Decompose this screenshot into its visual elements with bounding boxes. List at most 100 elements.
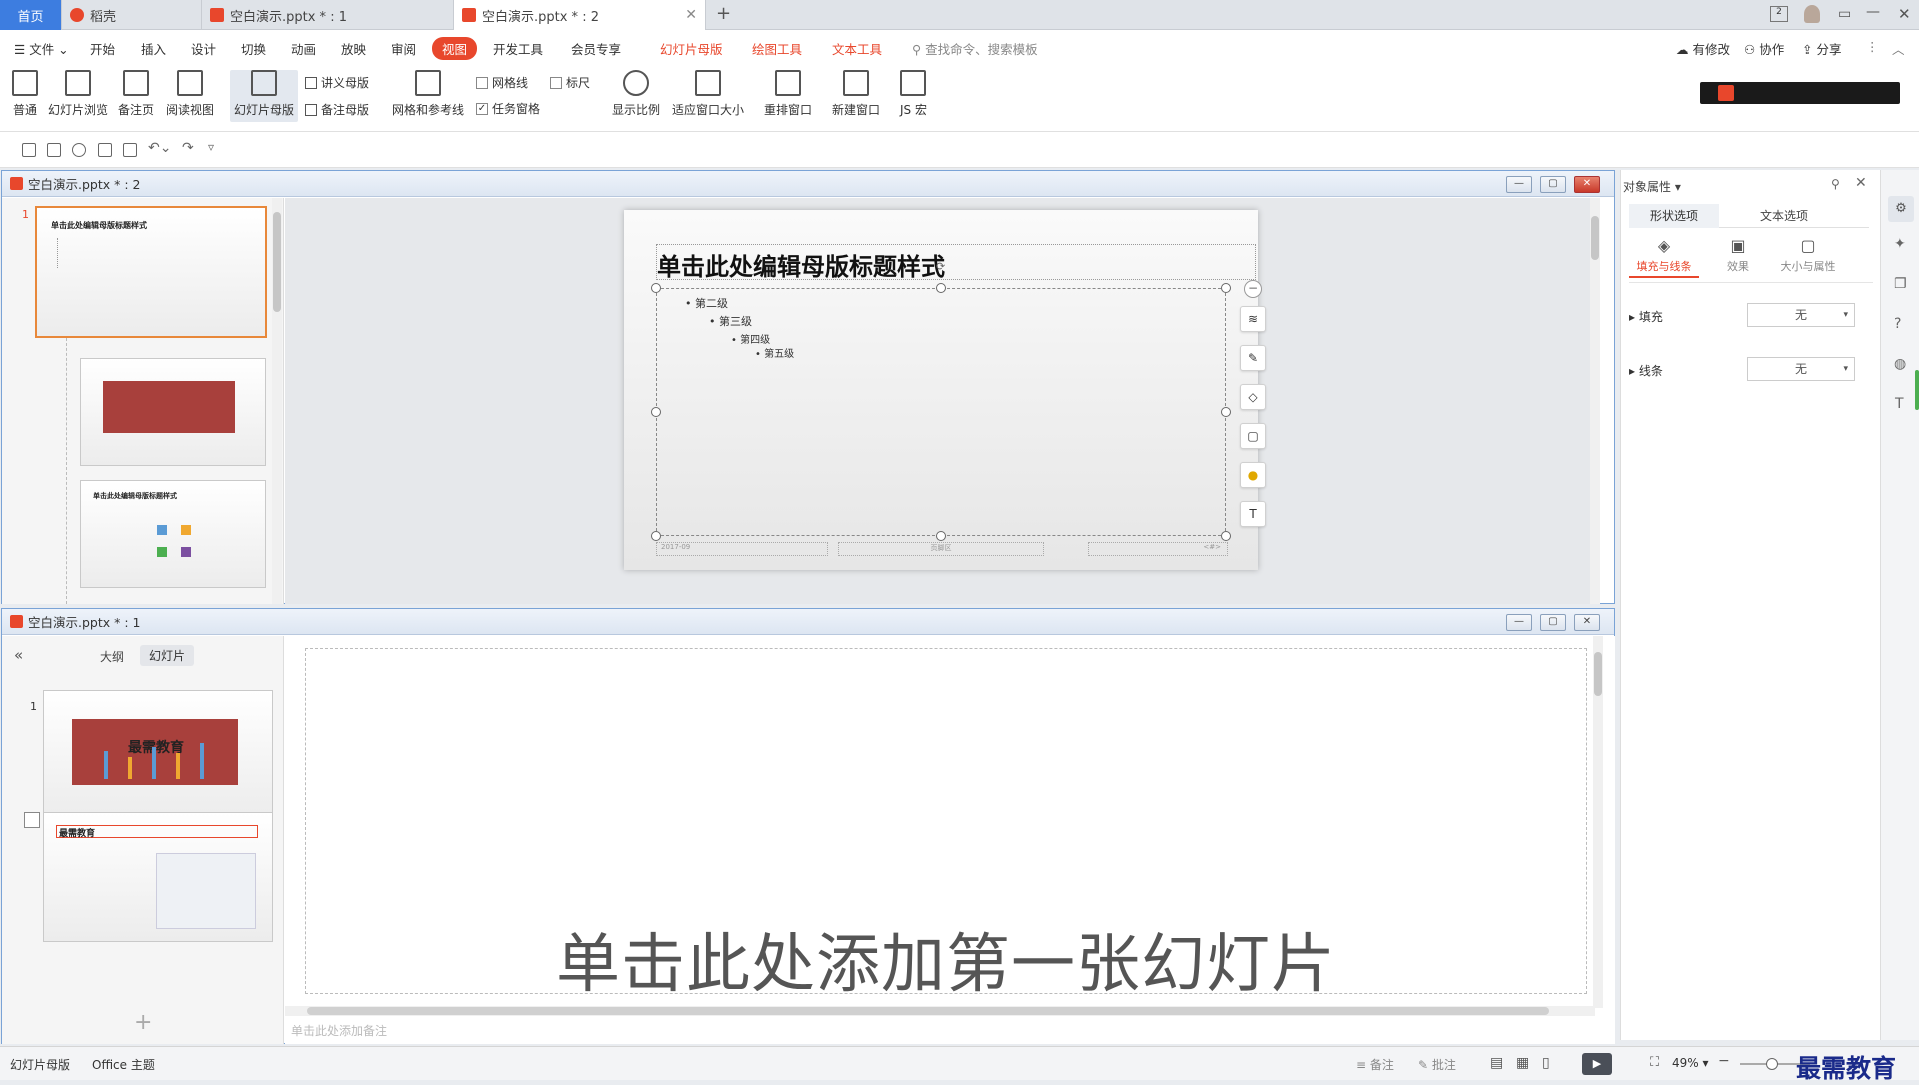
menu-member[interactable]: 会员专享 [571, 39, 621, 58]
fill-line-tab[interactable]: ◈ 填充与线条 [1629, 236, 1699, 278]
collab-button[interactable]: ⚇ 协作 [1744, 39, 1784, 58]
fill-section[interactable]: ▸ 填充 [1629, 308, 1663, 325]
menu-file[interactable]: ☰ 文件 ⌄ [14, 39, 69, 58]
gridlines-checkbox[interactable]: 网格线 [476, 74, 528, 91]
slide-scrollbar[interactable] [1593, 636, 1603, 1008]
add-first-slide-area[interactable]: 单击此处添加第一张幻灯片 [305, 648, 1587, 1002]
slides-tab[interactable]: 幻灯片 [140, 645, 195, 666]
line-section[interactable]: ▸ 线条 [1629, 362, 1663, 379]
layers-icon[interactable]: ≋ [1240, 306, 1266, 332]
resize-handle[interactable] [1221, 531, 1231, 541]
status-theme[interactable]: Office 主题 [92, 1056, 155, 1073]
handout-master-button[interactable]: 讲义母版 [305, 74, 369, 91]
panel-close-icon[interactable]: ✕ [1855, 175, 1867, 191]
resize-handle[interactable] [651, 531, 661, 541]
resize-handle[interactable] [1221, 283, 1231, 293]
text-options-tab[interactable]: 文本选项 [1739, 204, 1829, 228]
reading-view-icon[interactable]: ▯ [1542, 1055, 1550, 1071]
window-close-button[interactable]: ✕ [1574, 176, 1600, 193]
rotate-handle-icon[interactable]: ⟳ [936, 260, 945, 273]
collapse-pane-icon[interactable]: « [14, 646, 23, 664]
normal-view-button[interactable]: 普通 [12, 70, 38, 118]
notes-master-button[interactable]: 备注母版 [305, 101, 369, 118]
slide-browse-button[interactable]: 幻灯片浏览 [48, 70, 108, 118]
zoom-out-icon[interactable]: − [1718, 1053, 1730, 1069]
resize-handle[interactable] [1221, 407, 1231, 417]
menu-slideshow[interactable]: 放映 [341, 39, 366, 58]
fit-window-button[interactable]: 适应窗口大小 [672, 70, 744, 118]
grid-guides-button[interactable]: 网格和参考线 [392, 70, 464, 118]
new-window-button[interactable]: 新建窗口 [832, 70, 880, 118]
edit-scrollbar[interactable] [1590, 198, 1600, 604]
fit-icon[interactable]: ⛶ [1650, 1055, 1659, 1070]
fill-icon[interactable]: ◇ [1240, 384, 1266, 410]
menu-dev[interactable]: 开发工具 [493, 39, 543, 58]
resize-handle[interactable] [936, 283, 946, 293]
footer-placeholder[interactable]: 页脚区 [838, 542, 1044, 556]
master-slide-canvas[interactable]: 单击此处编辑母版标题样式 • 第二级 • 第三级 • 第四级 • 第五级 ⟳ 2… [624, 210, 1258, 570]
customize-qat-icon[interactable]: ▿ [208, 140, 214, 154]
add-slide-icon[interactable]: + [134, 1010, 152, 1035]
text-box-icon[interactable]: T [1240, 501, 1266, 527]
window-restore-button[interactable]: ▢ [1540, 614, 1566, 631]
sorter-view-icon[interactable]: ▦ [1516, 1055, 1529, 1071]
zoom-level[interactable]: 49% ▾ [1672, 1056, 1709, 1070]
slide-thumbnail-1[interactable]: 最需教育 [43, 690, 273, 820]
menu-insert[interactable]: 插入 [141, 39, 166, 58]
tab-file2[interactable]: 空白演示.pptx * : 2 ✕ [454, 0, 706, 30]
window-close-button[interactable]: ✕ [1574, 614, 1600, 631]
fill-dropdown[interactable]: 无 ▾ [1747, 303, 1855, 327]
thumbnail-scrollbar[interactable] [272, 198, 282, 604]
avatar[interactable] [1804, 5, 1820, 23]
animation-icon[interactable]: ✦ [1894, 236, 1906, 252]
arrange-windows-button[interactable]: 重排窗口 [764, 70, 812, 118]
notes-toggle[interactable]: ≡ 备注 [1356, 1056, 1394, 1073]
layout-thumbnail-title[interactable] [80, 358, 266, 466]
resize-handle[interactable] [651, 407, 661, 417]
tab-daoke[interactable]: 稻壳 [62, 0, 202, 30]
command-search[interactable]: ⚲ 查找命令、搜索模板 [912, 39, 1038, 58]
menu-view[interactable]: 视图 [432, 37, 478, 60]
menu-transition[interactable]: 切换 [241, 39, 266, 58]
effect-tab[interactable]: ▣ 效果 [1713, 236, 1763, 274]
help-icon[interactable]: ? [1894, 316, 1901, 332]
slide-scrollbar-thumb[interactable] [1594, 652, 1602, 696]
reading-view-button[interactable]: 阅读视图 [166, 70, 214, 118]
task-pane-checkbox[interactable]: ✓ 任务窗格 [476, 100, 540, 117]
number-placeholder[interactable]: <#> [1088, 542, 1228, 556]
slide-thumbnail-2[interactable]: 最需教育 [43, 812, 273, 942]
more-icon[interactable]: ⋮ [1866, 39, 1879, 54]
text-icon[interactable]: T [1895, 396, 1904, 412]
comments-toggle[interactable]: ✎ 批注 [1418, 1056, 1456, 1073]
window-count-icon[interactable]: 2 [1770, 6, 1788, 22]
tab-home[interactable]: 首页 [0, 0, 62, 30]
copy-icon[interactable]: ❐ [1894, 276, 1907, 292]
js-macro-button[interactable]: JS 宏 [900, 70, 927, 118]
menu-text-tools[interactable]: 文本工具 [832, 39, 882, 58]
notes-placeholder[interactable]: 单击此处添加备注 [291, 1022, 387, 1039]
share-button[interactable]: ⇪ 分享 [1802, 39, 1841, 58]
thumbnail-scrollbar-thumb[interactable] [273, 212, 281, 312]
tab-file1[interactable]: 空白演示.pptx * : 1 [202, 0, 454, 30]
resize-handle[interactable] [936, 531, 946, 541]
layout-thumbnail-content[interactable]: 单击此处编辑母版标题样式 [80, 480, 266, 588]
minimize-icon[interactable]: — [1866, 4, 1880, 20]
idea-icon[interactable]: ● [1240, 462, 1266, 488]
play-button[interactable]: ▶ [1582, 1053, 1612, 1075]
collapse-float-icon[interactable]: − [1244, 280, 1262, 298]
new-tab-icon[interactable]: + [716, 3, 731, 24]
print-icon[interactable] [98, 143, 112, 157]
body-placeholder[interactable]: • 第二级 • 第三级 • 第四级 • 第五级 [656, 288, 1226, 536]
format-painter-icon[interactable] [72, 143, 86, 157]
notes-page-button[interactable]: 备注页 [118, 70, 154, 118]
slide-master-button[interactable]: 幻灯片母版 [230, 70, 299, 122]
menu-home[interactable]: 开始 [90, 39, 115, 58]
master-thumbnail[interactable]: 单击此处编辑母版标题样式 [35, 206, 267, 338]
save-icon[interactable] [47, 143, 61, 157]
modified-button[interactable]: ☁ 有修改 [1676, 39, 1730, 58]
size-prop-tab[interactable]: ▢ 大小与属性 [1767, 236, 1849, 274]
menu-design[interactable]: 设计 [191, 39, 216, 58]
shape-options-tab[interactable]: 形状选项 [1629, 204, 1719, 228]
date-placeholder[interactable]: 2017-09 [656, 542, 828, 556]
horizontal-scrollbar[interactable] [285, 1006, 1595, 1016]
